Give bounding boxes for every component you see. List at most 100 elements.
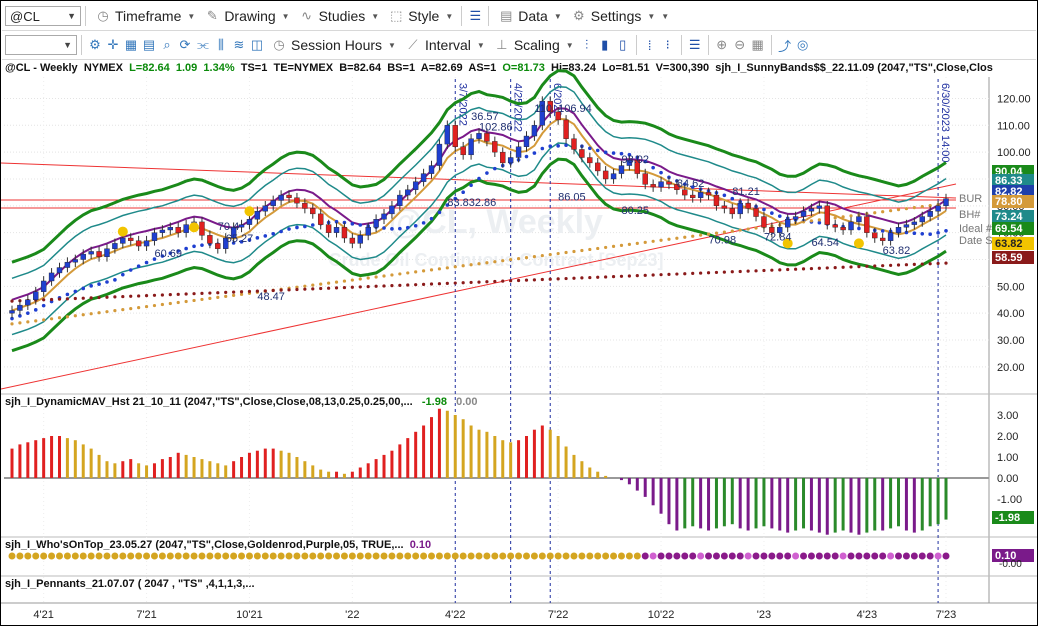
wave-icon[interactable]: ≋ [230,36,248,54]
candle-body [40,280,47,292]
orange-dot-average [295,285,299,289]
whos-on-top-dot [372,552,380,560]
whos-on-top-dot [333,552,341,560]
zoom-out-icon[interactable]: ⊖ [731,36,749,54]
divider [680,35,682,55]
candle-body [792,216,799,220]
candle-body [452,125,458,147]
settings-button[interactable]: ⚙ Settings ▼ [566,5,660,27]
candle-body [800,210,807,217]
dots-icon[interactable]: ⁞ [641,36,659,54]
studies-button[interactable]: ∿ Studies ▼ [294,5,384,27]
whos-on-top-dot [420,552,428,560]
candle-body [96,251,102,258]
orange-dot-average [509,258,513,262]
style-button[interactable]: ⬚ Style ▼ [383,5,457,27]
grid-icon[interactable]: ▦ [122,36,140,54]
candle-body [238,224,245,228]
blue-dot-average [374,225,378,229]
maroon-dot-average [137,294,141,298]
blue-dot-average [160,254,165,258]
blue-dot-average [477,176,481,181]
data-button[interactable]: ▤ Data ▼ [493,5,566,27]
panel-toggle-icon[interactable]: ☰ [686,36,704,54]
ohlc-bar-icon[interactable]: ⫶ [578,36,596,54]
view-icon[interactable]: ◎ [794,36,812,54]
chevron-down-icon: ▼ [63,40,72,50]
whos-on-top-dot [111,552,119,560]
candle-body [690,194,696,198]
hollow-candle-icon[interactable]: ▯ [614,36,632,54]
blue-dot-average [817,220,822,225]
candle-body [832,224,838,228]
price-label: 86.05 [558,191,586,203]
chart-area[interactable]: 120.00 110.00 100.00 90.00 80.00 70.00 60.00 50… [1,1,1037,625]
price-label: 81.21 [732,186,760,198]
header-change-pct: 1.34% [203,62,235,74]
price-label: 65.27 [226,233,254,245]
maroon-dot-average [936,261,940,266]
orange-dot-average [279,287,283,291]
orange-dot-average [49,317,54,321]
interval-button[interactable]: ⟋ Interval ▼ [400,34,489,56]
session-hours-button[interactable]: ◷ Session Hours ▼ [266,34,400,56]
blue-dot-average [872,228,877,233]
candle-body [317,213,324,225]
orange-dot-average [319,282,323,286]
refresh-icon[interactable]: ⟳ [176,36,194,54]
whos-on-top-dot [847,552,855,560]
chevron-down-icon: ▼ [647,11,656,21]
drawing-button[interactable]: ✎ Drawing ▼ [199,5,293,27]
maroon-dot-average [588,275,592,280]
maroon-dot-average [912,262,916,266]
maroon-dot-average [580,276,584,280]
header-te: TE=NYMEX [273,62,334,74]
scaling-button[interactable]: ⊥ Scaling ▼ [489,34,578,56]
zoom-in-icon[interactable]: ⊕ [713,36,731,54]
candle-icon[interactable]: ▮ [596,36,614,54]
panel-toggle-icon[interactable]: ☰ [466,7,484,25]
more-icon[interactable]: ▼ [661,12,669,21]
orange-dot-average [398,272,402,276]
orange-dot-average [144,304,149,309]
blue-dot-average [580,144,584,149]
crosshair-icon[interactable]: ✛ [104,36,122,54]
orange-dot-average [358,277,362,281]
whos-on-top-dot [610,552,618,560]
candle-body [230,227,237,239]
split-icon[interactable]: ◫ [248,36,266,54]
maroon-dot-average [564,276,568,281]
timeframe-button[interactable]: ◷ Timeframe ▼ [90,5,199,27]
chart-draw-icon[interactable]: ⤴ [776,36,794,54]
candle-body [737,202,743,215]
interval-combo[interactable]: ▼ [5,35,77,55]
zoom-icon[interactable]: ⌕ [158,36,176,54]
link-icon[interactable]: ⚙ [86,36,104,54]
whos-on-top-dot [404,552,412,560]
whos-on-top-dot [428,552,436,560]
price-label: 70.98 [709,234,737,246]
symbol-combo[interactable]: @CL ▼ [5,6,81,26]
chart-icon[interactable]: ⫘ [194,36,212,54]
whos-on-top-dot [269,552,277,560]
whos-on-top-dot [293,552,301,560]
candle-body [88,251,94,255]
price-badge-label: 82.82 [995,186,1023,198]
candle-body [642,173,648,185]
bars-icon[interactable]: ⁝ [659,36,677,54]
candle-body [713,194,720,207]
candle-body [571,138,577,150]
blue-dot-average [746,202,750,207]
orange-dot-average [611,244,616,248]
candle-body [935,205,941,212]
candle-body [56,267,63,274]
table-icon[interactable]: ▤ [140,36,158,54]
macd-value2: 0.00 [456,396,478,408]
candle-body [626,159,633,166]
whos-on-top-dot [871,552,879,560]
bars-icon[interactable]: ⫼ [212,36,230,54]
orange-dot-average [176,300,180,305]
blue-dot-average [136,264,141,269]
fit-icon[interactable]: ▦ [749,36,767,54]
price-badge [992,165,1034,178]
